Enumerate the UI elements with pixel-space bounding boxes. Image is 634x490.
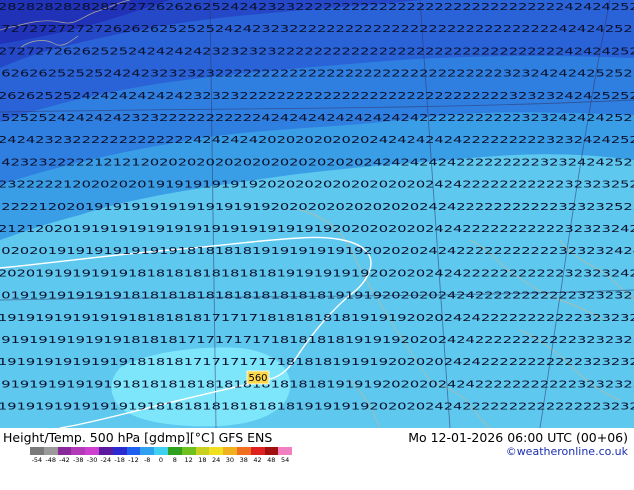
colorbar-tick: 18 — [198, 456, 207, 464]
temperature-label-row: 2727272727272626262525252424232322222222… — [0, 24, 634, 35]
colorbar-tick: -8 — [143, 456, 151, 464]
temperature-label-row: 2121202019191919191919191919191919192020… — [0, 224, 634, 235]
colorbar-tick: 0 — [158, 456, 164, 464]
colorbar-tick: 38 — [239, 456, 248, 464]
map-footer: Height/Temp. 500 hPa [gdmp][°C] GFS ENS … — [0, 428, 634, 490]
colorbar-tick: -54 — [31, 456, 43, 464]
colorbar-swatch — [181, 447, 196, 455]
temperature-label-row: 2322222120202020191919191919202020202020… — [0, 180, 634, 191]
colorbar-tick: 48 — [267, 456, 276, 464]
colorbar-tick: -48 — [45, 456, 56, 464]
colorbar-tick: 24 — [212, 456, 221, 464]
contour-label: 560 — [248, 373, 267, 384]
temperature-label-row: 2020201919191919191918181818191919191919… — [0, 246, 634, 257]
temperature-label-row: 1919191919191918181817171717171818181819… — [0, 335, 634, 346]
colorbar-tick: 30 — [225, 456, 235, 464]
colorbar-tick: 8 — [172, 456, 177, 464]
colorbar-swatch — [154, 447, 168, 455]
colorbar-ticks: -54 -48 -42 -38 -30 -24 -18 -12 -8 0 8 12 18 24 30 38 42… — [30, 456, 292, 466]
colorbar-swatch — [85, 447, 99, 455]
colorbar-tick: -30 — [86, 456, 98, 464]
colorbar-swatch — [112, 447, 127, 455]
colorbar-swatch — [278, 447, 293, 455]
colorbar-tick: -18 — [114, 456, 125, 464]
colorbar-swatch — [223, 447, 237, 455]
map-canvas: 2828282828282727262626252424232322222222… — [0, 0, 634, 428]
temperature-label-row: 2423232222212121202020202020202020202020… — [0, 157, 634, 168]
colorbar-swatch — [209, 447, 224, 455]
temperature-label-row: 2525252424242423232222222222242424242424… — [0, 113, 634, 124]
colorbar-tick: -12 — [128, 456, 139, 464]
colorbar-swatch — [30, 447, 44, 455]
temperature-label-row: 2626262525252424232323232222222222222222… — [0, 69, 634, 80]
colorbar-swatch — [236, 447, 251, 455]
colorbar-swatch — [140, 447, 155, 455]
colorbar-tick: 42 — [253, 456, 262, 464]
temperature-label-row: 2626252524242424242423232322222222222222… — [0, 91, 634, 102]
colorbar-swatch — [98, 447, 113, 455]
weather-map[interactable]: 2828282828282727262626252424232322222222… — [0, 0, 634, 490]
colorbar-tick: 54 — [280, 456, 290, 464]
temperature-label-row: 2020191919191918181818181818181919191919… — [0, 268, 634, 279]
valid-time: Mo 12-01-2026 06:00 UTC (00+06) — [408, 430, 628, 445]
temperature-label-row: 2222212020191919191919191919192020202020… — [0, 202, 634, 213]
colorbar-swatch — [250, 447, 265, 455]
colorbar-swatch — [57, 447, 72, 455]
colorbar-swatch — [126, 447, 141, 455]
colorbar-swatch — [264, 447, 279, 455]
temperature-label-row: 1919191919191918181818181818181818181919… — [0, 379, 634, 390]
colorbar-tick: -38 — [72, 456, 84, 464]
colorbar-swatch — [167, 447, 182, 455]
map-title: Height/Temp. 500 hPa [gdmp][°C] GFS ENS — [3, 430, 273, 445]
colorbar-swatch — [195, 447, 210, 455]
temperature-label-row: 2424232322222222222224242424202020202020… — [0, 135, 634, 146]
colorbar-tick: -24 — [100, 456, 112, 464]
colorbar — [30, 447, 293, 455]
temperature-label-row: 2727272626252524242424232323232222222222… — [0, 46, 634, 57]
colorbar-tick: -42 — [59, 456, 70, 464]
temperature-label-row: 2828282828282727262626252424232322222222… — [0, 2, 634, 13]
credit-link[interactable]: ©weatheronline.co.uk — [506, 445, 628, 458]
temperature-label-row: 1919191919191918181817171717171818181919… — [0, 357, 634, 368]
temperature-label-row: 1919191919191919181818181818181819191919… — [0, 402, 634, 413]
colorbar-swatch — [43, 447, 58, 455]
temperature-label-row: 1919191919191918181818171717181818181819… — [0, 313, 634, 324]
temperature-label-row: 2019191919191918181818181818181818181919… — [0, 291, 634, 302]
colorbar-tick: 12 — [184, 456, 193, 464]
colorbar-swatch — [71, 447, 86, 455]
